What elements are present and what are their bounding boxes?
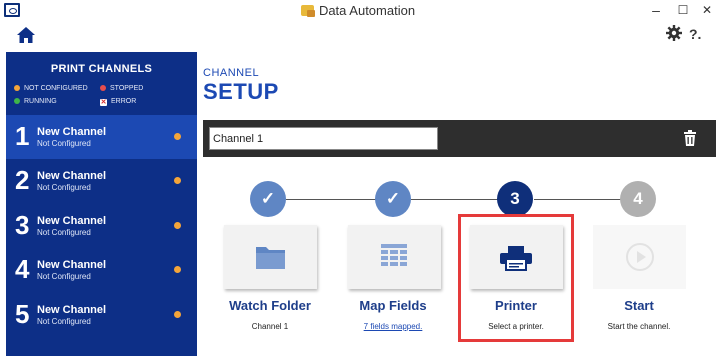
window-title: Data Automation bbox=[0, 3, 716, 18]
gear-icon[interactable] bbox=[666, 25, 682, 41]
start-label: Start bbox=[624, 298, 654, 313]
channel-status: Not Configured bbox=[37, 317, 91, 326]
legend-label: RUNNING bbox=[24, 98, 57, 105]
step-1-done-icon: ✓ bbox=[250, 181, 286, 217]
step-3-number: 3 bbox=[497, 181, 533, 217]
map-fields-card[interactable] bbox=[348, 225, 441, 289]
watch-folder-sub: Channel 1 bbox=[251, 322, 289, 331]
running-dot-icon bbox=[14, 98, 20, 104]
channel-item-3[interactable]: 3 New Channel Not Configured bbox=[6, 204, 197, 248]
channel-name: New Channel bbox=[37, 304, 107, 316]
status-dot-icon bbox=[174, 266, 181, 273]
legend-not-configured: NOT CONFIGURED bbox=[14, 85, 88, 92]
channel-name: New Channel bbox=[37, 170, 107, 182]
page-kicker: CHANNEL bbox=[203, 67, 260, 79]
stopped-dot-icon bbox=[100, 85, 106, 91]
channel-name: New Channel bbox=[37, 215, 107, 227]
title-bar: Data Automation – ☐ ✕ bbox=[0, 0, 716, 22]
help-button[interactable]: ?. bbox=[689, 26, 701, 42]
channel-status: Not Configured bbox=[37, 139, 91, 148]
step-connector bbox=[411, 199, 498, 200]
step-2-done-icon: ✓ bbox=[375, 181, 411, 217]
channel-status: Not Configured bbox=[37, 183, 91, 192]
status-dot-icon bbox=[174, 311, 181, 318]
channel-item-2[interactable]: 2 New Channel Not Configured bbox=[6, 159, 197, 203]
channel-item-4[interactable]: 4 New Channel Not Configured bbox=[6, 248, 197, 292]
home-icon[interactable] bbox=[16, 26, 36, 44]
start-sub: Start the channel. bbox=[607, 322, 671, 331]
watch-folder-label: Watch Folder bbox=[229, 298, 311, 313]
status-dot-icon bbox=[174, 133, 181, 140]
channel-name-input[interactable] bbox=[209, 127, 438, 150]
legend-stopped: STOPPED bbox=[100, 85, 143, 92]
channel-item-1[interactable]: 1 New Channel Not Configured bbox=[6, 115, 197, 159]
legend-error: ✕ ERROR bbox=[100, 98, 136, 106]
status-dot-icon bbox=[174, 177, 181, 184]
channel-number: 1 bbox=[15, 121, 30, 151]
step-connector bbox=[286, 199, 376, 200]
channel-number: 5 bbox=[15, 299, 30, 329]
channel-status: Not Configured bbox=[37, 228, 91, 237]
fields-mapped-link[interactable]: 7 fields mapped. bbox=[328, 322, 458, 331]
data-automation-icon bbox=[300, 5, 315, 17]
channel-number: 3 bbox=[15, 210, 30, 240]
legend-label: ERROR bbox=[111, 98, 137, 105]
close-button[interactable]: ✕ bbox=[697, 1, 716, 19]
legend-label: STOPPED bbox=[110, 85, 144, 92]
window-title-text: Data Automation bbox=[318, 3, 416, 18]
channel-number: 4 bbox=[15, 254, 30, 284]
channel-item-5[interactable]: 5 New Channel Not Configured bbox=[6, 293, 197, 337]
status-dot-icon bbox=[174, 222, 181, 229]
grid-icon bbox=[381, 244, 407, 266]
step-4-number: 4 bbox=[620, 181, 656, 217]
not-configured-dot-icon bbox=[14, 85, 20, 91]
channel-name: New Channel bbox=[37, 259, 107, 271]
play-icon bbox=[626, 243, 654, 271]
legend-running: RUNNING bbox=[14, 98, 57, 105]
maximize-button[interactable]: ☐ bbox=[673, 1, 693, 19]
sidebar: PRINT CHANNELS NOT CONFIGURED STOPPED RU… bbox=[6, 52, 197, 356]
channel-status: Not Configured bbox=[37, 272, 91, 281]
channel-name: New Channel bbox=[37, 126, 107, 138]
watch-folder-card[interactable] bbox=[224, 225, 317, 289]
channel-number: 2 bbox=[15, 165, 30, 195]
page-title: SETUP bbox=[203, 79, 279, 104]
trash-icon[interactable] bbox=[682, 129, 698, 147]
sidebar-title: PRINT CHANNELS bbox=[50, 63, 153, 75]
map-fields-label: Map Fields bbox=[359, 298, 427, 313]
error-x-icon: ✕ bbox=[100, 99, 107, 106]
step-connector bbox=[534, 199, 621, 200]
start-card[interactable] bbox=[593, 225, 686, 289]
folder-icon bbox=[256, 247, 285, 269]
printer-highlight-box bbox=[458, 214, 574, 342]
legend-label: NOT CONFIGURED bbox=[24, 85, 88, 92]
minimize-button[interactable]: – bbox=[646, 1, 666, 19]
